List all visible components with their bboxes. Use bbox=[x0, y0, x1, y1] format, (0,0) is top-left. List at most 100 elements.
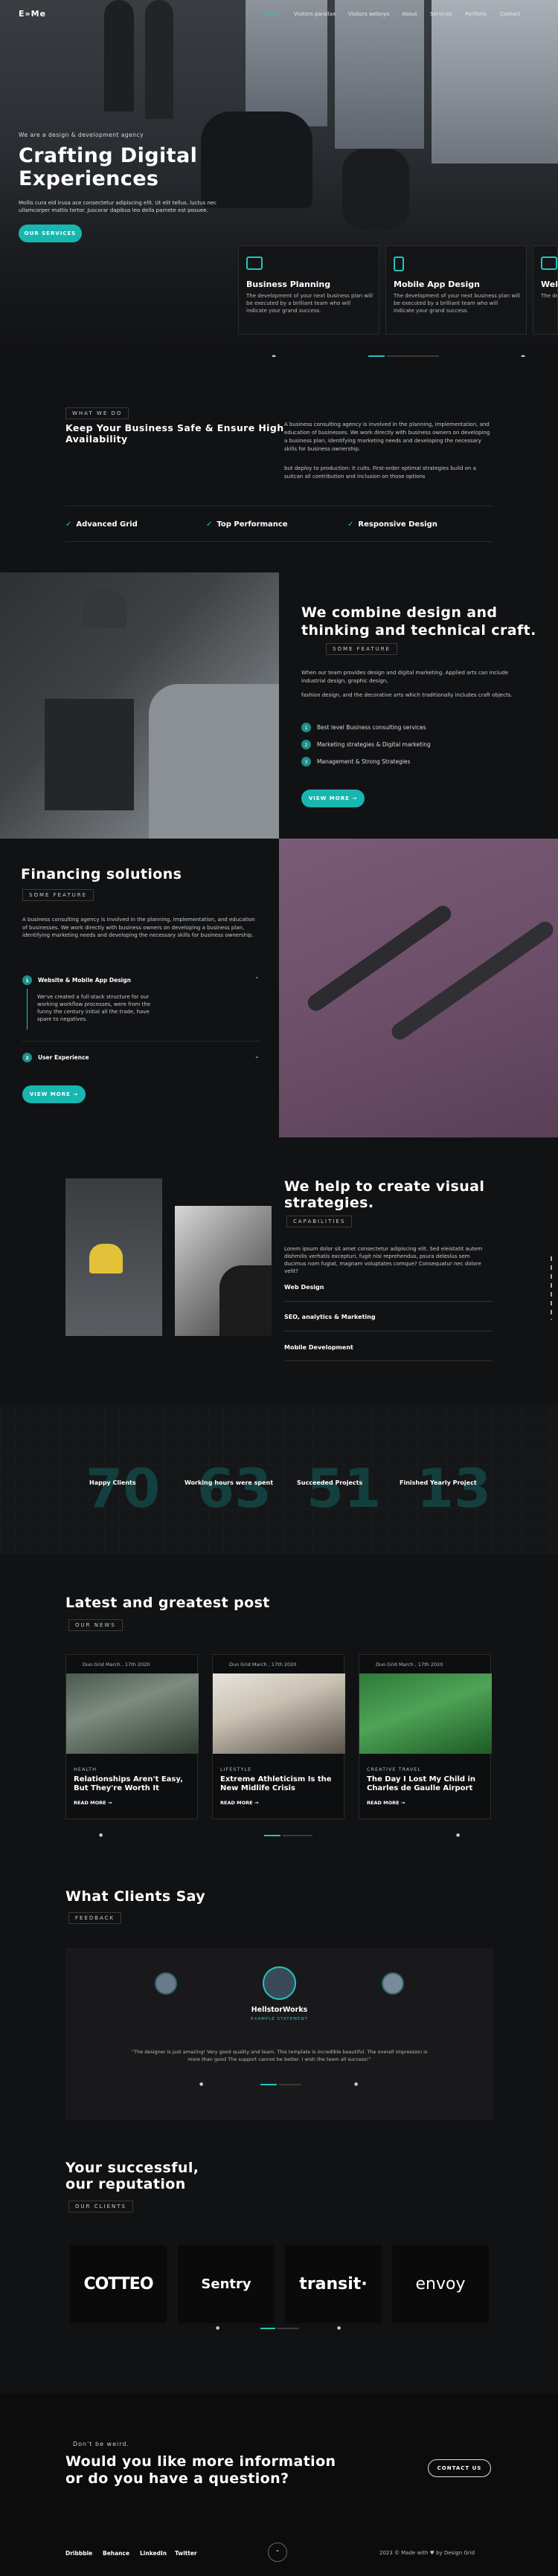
service-card[interactable]: Mobile App Design The development of you… bbox=[385, 245, 527, 335]
prev-arrow-icon[interactable]: ● bbox=[272, 354, 276, 357]
briefcase-icon bbox=[246, 256, 263, 270]
next-arrow-icon[interactable]: ● bbox=[521, 354, 525, 357]
slider-dot-active[interactable] bbox=[260, 2328, 275, 2329]
next-arrow-icon[interactable]: ● bbox=[337, 2325, 341, 2331]
read-more-link[interactable]: READ MORE → bbox=[220, 1800, 258, 1806]
avatar[interactable] bbox=[155, 1972, 177, 1995]
slider-track[interactable] bbox=[279, 2084, 301, 2085]
clients-title-line: Your successful, bbox=[65, 2160, 199, 2176]
about-title-line: Availability bbox=[65, 433, 128, 445]
stat-label: Succeeded Projects bbox=[297, 1479, 363, 1486]
capability-item[interactable]: SEO, analytics & Marketing bbox=[284, 1314, 376, 1320]
prev-arrow-icon[interactable]: ● bbox=[199, 2082, 203, 2087]
site-logo[interactable]: E»Me bbox=[19, 9, 46, 19]
client-logo[interactable]: Sentry bbox=[178, 2245, 275, 2323]
hero-text: Mollis cura eid irusa ace consectetur ad… bbox=[19, 199, 217, 214]
cta-kicker: Don't be weird. bbox=[73, 2441, 130, 2447]
number-badge: 1 bbox=[301, 723, 311, 732]
blog-card[interactable]: Duo Grid March , 17th 2020 LIFESTYLE Ext… bbox=[212, 1654, 345, 1819]
nav-item[interactable]: Services bbox=[430, 11, 452, 17]
nav-item[interactable]: Contact bbox=[500, 11, 520, 17]
post-category[interactable]: CREATIVE TRAVEL bbox=[367, 1766, 421, 1772]
combine-title: We combine design and thinking and techn… bbox=[301, 604, 536, 639]
card-text: The development of your next business pl… bbox=[394, 293, 520, 314]
check-icon: ✓ bbox=[347, 520, 354, 529]
post-title[interactable]: The Day I Lost My Child in Charles de Ga… bbox=[367, 1775, 486, 1793]
list-item: 3 Management & Strong Strategies bbox=[301, 757, 410, 766]
view-more-button[interactable]: VIEW MORE → bbox=[301, 790, 365, 807]
accordion-item-open[interactable]: 1 Website & Mobile App Design bbox=[22, 975, 131, 985]
contact-us-button[interactable]: CONTACT US bbox=[428, 2459, 491, 2477]
next-arrow-icon[interactable]: ● bbox=[354, 2082, 358, 2087]
nav-item[interactable]: Home bbox=[264, 11, 280, 17]
footer-link-dribbble[interactable]: Dribbble bbox=[65, 2550, 92, 2557]
blog-card[interactable]: Duo Grid March , 17th 2020 CREATIVE TRAV… bbox=[359, 1654, 492, 1819]
chevron-up-icon[interactable]: ⌃ bbox=[254, 976, 260, 983]
hero-kicker: We are a design & development agency bbox=[19, 132, 144, 138]
nav-item[interactable]: About bbox=[402, 11, 417, 17]
slider-dot-active[interactable] bbox=[260, 2084, 277, 2085]
avatar[interactable] bbox=[263, 1966, 296, 2000]
accordion-text: We've created a full-stack structure for… bbox=[37, 994, 151, 1022]
view-more-button[interactable]: VIEW MORE → bbox=[22, 1085, 86, 1103]
nav-item[interactable]: Portfolio bbox=[465, 11, 487, 17]
combine-title-line: thinking and technical craft. bbox=[301, 622, 536, 639]
post-title[interactable]: Extreme Athleticism Is the New Midlife C… bbox=[220, 1775, 339, 1793]
capability-item[interactable]: Mobile Development bbox=[284, 1344, 353, 1351]
accordion-item[interactable]: 2 User Experience bbox=[22, 1053, 89, 1062]
scroll-indicator[interactable] bbox=[551, 1256, 552, 1320]
post-meta: Duo Grid March , 17th 2020 bbox=[229, 1662, 297, 1668]
chair-shape bbox=[145, 0, 173, 119]
list-item-label: Management & Strong Strategies bbox=[317, 758, 411, 765]
post-category[interactable]: LIFESTYLE bbox=[220, 1766, 251, 1772]
post-image[interactable] bbox=[213, 1673, 345, 1754]
post-image[interactable] bbox=[359, 1673, 492, 1754]
post-category[interactable]: HEALTH bbox=[74, 1766, 97, 1772]
workspace-image bbox=[65, 1178, 162, 1336]
scroll-top-icon[interactable]: ⌃ bbox=[268, 2543, 287, 2562]
our-services-button[interactable]: OUR SERVICES bbox=[19, 225, 82, 242]
service-card[interactable]: Business Planning The development of you… bbox=[238, 245, 379, 335]
post-title[interactable]: Relationships Aren't Easy, But They're W… bbox=[74, 1775, 193, 1793]
accordion-title: User Experience bbox=[38, 1054, 89, 1061]
testimonial-quote: “The designer is just amazing! Very good… bbox=[95, 2048, 464, 2063]
divider bbox=[22, 1041, 260, 1042]
stat-number: 13 bbox=[417, 1457, 492, 1520]
slider-track[interactable] bbox=[283, 1835, 312, 1836]
slider-dot-active[interactable] bbox=[264, 1835, 280, 1836]
service-card[interactable]: Web The de be exe your g bbox=[533, 245, 558, 335]
read-more-link[interactable]: READ MORE → bbox=[367, 1800, 405, 1806]
blog-card[interactable]: Duo Grid March , 17th 2020 HEALTH Relati… bbox=[65, 1654, 199, 1819]
card-text: The development of your next business pl… bbox=[246, 293, 373, 314]
footer-link-twitter[interactable]: Twitter bbox=[175, 2550, 197, 2557]
phone-icon bbox=[394, 256, 404, 271]
post-image[interactable] bbox=[66, 1673, 199, 1754]
client-logo[interactable]: COTTEO bbox=[70, 2245, 167, 2323]
stat-number: 70 bbox=[86, 1457, 161, 1520]
slider-track[interactable] bbox=[387, 355, 439, 357]
hero-text-line: Mollis cura eid irusa ace consectetur ad… bbox=[19, 200, 217, 206]
prev-arrow-icon[interactable]: ● bbox=[216, 2325, 219, 2331]
prev-arrow-icon[interactable]: ● bbox=[99, 1833, 103, 1838]
avatar[interactable] bbox=[382, 1972, 404, 1995]
financing-text: A business consulting agency is involved… bbox=[22, 917, 255, 938]
client-logo[interactable]: envoy bbox=[392, 2245, 489, 2323]
nav-item[interactable]: Visitors parallax bbox=[294, 11, 336, 17]
footer-link-behance[interactable]: Behance bbox=[103, 2550, 129, 2557]
capability-item[interactable]: Web Design bbox=[284, 1284, 324, 1291]
chevron-down-icon[interactable]: ⌄ bbox=[254, 1053, 260, 1059]
footer-link-linkedin[interactable]: LinkedIn bbox=[140, 2550, 167, 2557]
cta-title-line: Would you like more information bbox=[65, 2453, 336, 2470]
slider-dot-active[interactable] bbox=[368, 355, 385, 357]
next-arrow-icon[interactable]: ● bbox=[456, 1833, 460, 1838]
accordion-line bbox=[27, 989, 28, 1030]
quote-line: “The designer is just amazing! Very good… bbox=[131, 2049, 428, 2055]
strategies-title-line: strategies. bbox=[284, 1195, 374, 1211]
slider-track[interactable] bbox=[277, 2328, 299, 2329]
clients-title: Your successful, our reputation bbox=[65, 2160, 199, 2192]
read-more-link[interactable]: READ MORE → bbox=[74, 1800, 112, 1806]
check-icon: ✓ bbox=[206, 520, 213, 529]
nav-item[interactable]: Visitors webnya bbox=[348, 11, 389, 17]
client-logo[interactable]: transit· bbox=[285, 2245, 382, 2323]
about-title-line: Keep Your Business Safe & Ensure High bbox=[65, 422, 284, 433]
